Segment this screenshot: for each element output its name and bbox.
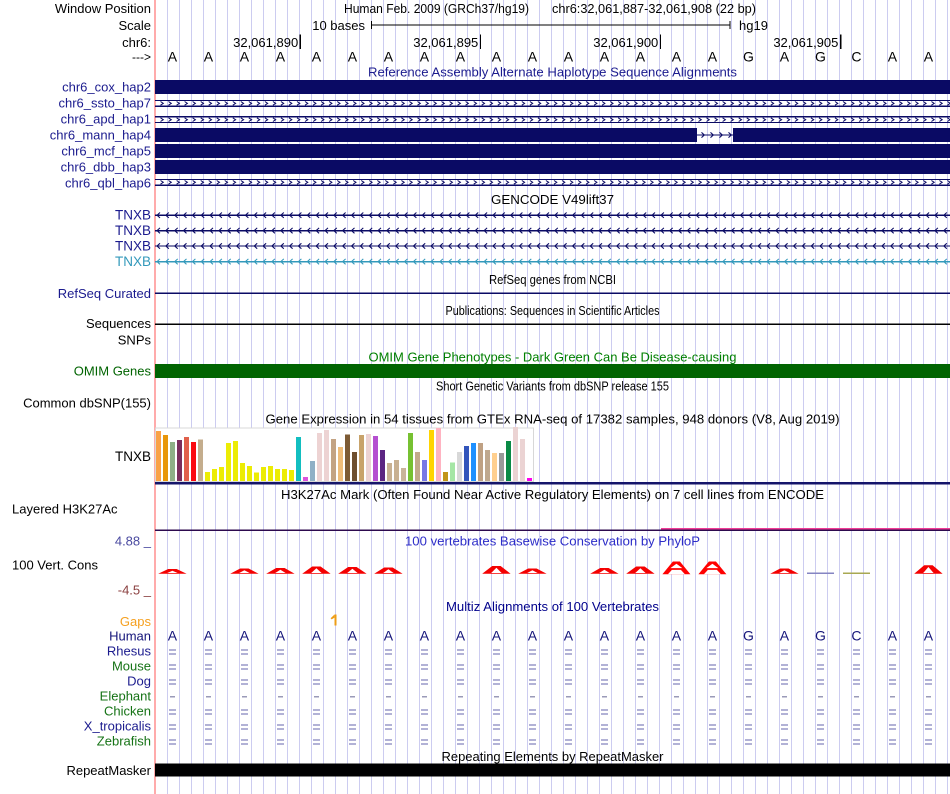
svg-text:Multiz Alignments of 100 Verte: Multiz Alignments of 100 Vertebrates xyxy=(446,599,659,614)
svg-text:A: A xyxy=(348,49,358,65)
svg-text:chr6_cox_hap2: chr6_cox_hap2 xyxy=(62,80,151,95)
svg-text:H3K27Ac Mark (Often Found Near: H3K27Ac Mark (Often Found Near Active Re… xyxy=(281,487,824,502)
svg-text:X_tropicalis: X_tropicalis xyxy=(84,719,152,734)
svg-text:A: A xyxy=(420,49,430,65)
svg-text:A: A xyxy=(708,627,718,643)
svg-text:Zebrafish: Zebrafish xyxy=(97,734,151,749)
svg-text:A: A xyxy=(492,49,502,65)
svg-text:G: G xyxy=(815,49,826,65)
svg-text:A: A xyxy=(204,627,214,643)
svg-text:TNXB: TNXB xyxy=(115,254,151,269)
svg-text:OMIM Genes: OMIM Genes xyxy=(74,364,152,379)
svg-text:Short Genetic Variants from db: Short Genetic Variants from dbSNP releas… xyxy=(436,379,669,394)
svg-text:Human Feb. 2009 (GRCh37/hg19): Human Feb. 2009 (GRCh37/hg19) xyxy=(344,1,529,16)
svg-text:C: C xyxy=(851,49,861,65)
svg-text:A: A xyxy=(600,627,610,643)
svg-text:A: A xyxy=(384,627,394,643)
svg-text:A: A xyxy=(780,49,790,65)
svg-text:RefSeq genes from NCBI: RefSeq genes from NCBI xyxy=(489,272,616,287)
svg-text:A: A xyxy=(888,49,898,65)
svg-text:A: A xyxy=(672,627,682,643)
svg-text:A: A xyxy=(600,49,610,65)
svg-text:hg19: hg19 xyxy=(739,18,768,33)
svg-text:chr6_qbl_hap6: chr6_qbl_hap6 xyxy=(65,176,151,191)
svg-text:chr6:: chr6: xyxy=(122,35,151,50)
svg-text:Window Position: Window Position xyxy=(55,1,151,16)
svg-text:Common dbSNP(155): Common dbSNP(155) xyxy=(23,396,151,411)
svg-text:A: A xyxy=(312,627,322,643)
svg-text:A: A xyxy=(276,49,286,65)
svg-text:10 bases: 10 bases xyxy=(312,18,365,33)
svg-text:A: A xyxy=(564,627,574,643)
svg-text:A: A xyxy=(168,627,178,643)
svg-text:chr6_mcf_hap5: chr6_mcf_hap5 xyxy=(61,144,151,159)
svg-text:A: A xyxy=(312,49,322,65)
svg-text:A: A xyxy=(276,627,286,643)
svg-text:Repeating Elements by RepeatMa: Repeating Elements by RepeatMasker xyxy=(442,749,665,764)
svg-text:RepeatMasker: RepeatMasker xyxy=(66,763,151,778)
svg-text:A: A xyxy=(456,49,466,65)
svg-text:chr6_mann_hap4: chr6_mann_hap4 xyxy=(50,128,151,143)
svg-text:Human: Human xyxy=(109,629,151,644)
svg-text:A: A xyxy=(924,49,934,65)
svg-text:A: A xyxy=(384,49,394,65)
svg-text:A: A xyxy=(492,627,502,643)
svg-text:A: A xyxy=(348,627,358,643)
svg-text:Dog: Dog xyxy=(127,674,151,689)
svg-text:Chicken: Chicken xyxy=(104,704,151,719)
svg-text:A: A xyxy=(528,627,538,643)
svg-text:A: A xyxy=(672,49,682,65)
svg-text:OMIM Gene Phenotypes - Dark Gr: OMIM Gene Phenotypes - Dark Green Can Be… xyxy=(369,350,737,365)
svg-text:Sequences: Sequences xyxy=(86,316,152,331)
svg-text:chr6_ssto_hap7: chr6_ssto_hap7 xyxy=(58,96,151,111)
svg-text:100 vertebrates Basewise Conse: 100 vertebrates Basewise Conservation by… xyxy=(405,534,700,549)
svg-text:C: C xyxy=(851,627,861,643)
svg-text:G: G xyxy=(743,49,754,65)
svg-text:chr6:32,061,887-32,061,908 (22: chr6:32,061,887-32,061,908 (22 bp) xyxy=(552,1,756,16)
svg-text:A: A xyxy=(924,627,934,643)
svg-text:A: A xyxy=(240,627,250,643)
svg-text:Reference Assembly Alternate H: Reference Assembly Alternate Haplotype S… xyxy=(368,65,737,80)
svg-text:A: A xyxy=(564,49,574,65)
svg-text:A: A xyxy=(636,49,646,65)
svg-text:Gene Expression in 54 tissues: Gene Expression in 54 tissues from GTEx … xyxy=(266,412,840,427)
svg-text:A: A xyxy=(456,627,466,643)
svg-text:Rhesus: Rhesus xyxy=(107,644,152,659)
svg-text:A: A xyxy=(780,627,790,643)
svg-text:A: A xyxy=(888,627,898,643)
svg-text:TNXB: TNXB xyxy=(115,223,151,238)
svg-text:TNXB: TNXB xyxy=(115,449,151,464)
svg-text:chr6_dbb_hap3: chr6_dbb_hap3 xyxy=(61,160,151,175)
svg-text:G: G xyxy=(743,627,754,643)
svg-text:--->: ---> xyxy=(132,50,151,64)
svg-text:A: A xyxy=(240,49,250,65)
svg-text:RefSeq Curated: RefSeq Curated xyxy=(58,286,151,301)
svg-text:SNPs: SNPs xyxy=(118,333,152,348)
svg-text:-4.5 _: -4.5 _ xyxy=(118,583,152,598)
svg-text:Elephant: Elephant xyxy=(100,689,152,704)
svg-text:Scale: Scale xyxy=(118,18,151,33)
svg-text:Layered H3K27Ac: Layered H3K27Ac xyxy=(12,502,118,517)
svg-text:GENCODE V49lift37: GENCODE V49lift37 xyxy=(491,192,614,207)
svg-text:A: A xyxy=(708,49,718,65)
svg-text:Gaps: Gaps xyxy=(120,614,152,629)
svg-text:Mouse: Mouse xyxy=(112,659,151,674)
svg-text:TNXB: TNXB xyxy=(115,239,151,254)
svg-text:A: A xyxy=(420,627,430,643)
svg-text:chr6_apd_hap1: chr6_apd_hap1 xyxy=(61,112,151,127)
svg-text:A: A xyxy=(168,49,178,65)
svg-text:A: A xyxy=(528,49,538,65)
svg-text:A: A xyxy=(636,627,646,643)
svg-text:G: G xyxy=(815,627,826,643)
svg-text:TNXB: TNXB xyxy=(115,208,151,223)
svg-text:100 Vert. Cons: 100 Vert. Cons xyxy=(12,558,98,573)
svg-text:4.88 _: 4.88 _ xyxy=(115,534,152,549)
svg-text:Publications: Sequences in Sci: Publications: Sequences in Scientific Ar… xyxy=(446,303,660,318)
svg-text:A: A xyxy=(204,49,214,65)
